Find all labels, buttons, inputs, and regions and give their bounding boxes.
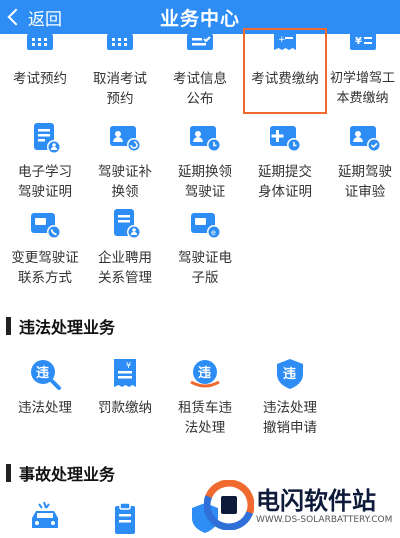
add-clock-icon xyxy=(270,126,301,152)
service-label-line2: 公布 xyxy=(186,91,214,107)
service-label-line1: 变更驾驶证 xyxy=(11,250,79,266)
violation-cancel-icon: 违 xyxy=(277,359,303,389)
service-car-accident[interactable] xyxy=(5,498,85,538)
service-label-line2: 联系方式 xyxy=(18,270,72,286)
service-label-line2: 本费缴纳 xyxy=(336,91,389,106)
service-label-line1: 延期驾驶 xyxy=(338,164,392,180)
service-label-line2: 撤销申请 xyxy=(263,420,317,436)
section-accident-text: 事故处理业务 xyxy=(19,465,116,484)
service-label-line2: 换领 xyxy=(111,184,139,200)
service-label-line1: 延期提交 xyxy=(258,164,312,180)
service-label-line2: 子版 xyxy=(191,270,219,286)
service-label: 罚款缴纳 xyxy=(98,400,152,416)
service-label-line1: 初学增驾工 xyxy=(329,71,395,86)
section-accident-title: 事故处理业务 xyxy=(6,461,115,485)
service-license-reissue[interactable]: 驾驶证补 换领 xyxy=(85,120,165,200)
yuan-receipt-icon: ¥ xyxy=(350,32,376,50)
service-label: 考试预约 xyxy=(13,71,67,87)
license-refresh-icon xyxy=(110,126,141,152)
service-label-line1: 违法处理 xyxy=(263,400,317,416)
form-icon xyxy=(115,502,135,534)
fine-receipt-icon: ¥ xyxy=(114,359,136,387)
page-title: 业务中心 xyxy=(159,8,240,30)
highlight-box xyxy=(243,28,327,114)
svg-text:违: 违 xyxy=(198,365,211,381)
info-card-icon xyxy=(187,34,213,50)
service-label-line2: 法处理 xyxy=(184,420,226,436)
e-license-icon: e xyxy=(191,213,221,239)
license-check-icon xyxy=(350,126,381,152)
service-rental-violation[interactable]: 违 租赁车违 法处理 xyxy=(165,356,245,436)
license-clock-icon xyxy=(190,126,221,152)
service-delay-license-renewal[interactable]: 延期换领 驾驶证 xyxy=(165,120,245,200)
service-label-line1: 取消考试 xyxy=(93,71,147,87)
watermark: 电闪软件站 WWW.DS-SOLARBATTERY.COM xyxy=(204,477,396,535)
service-exam-booking[interactable]: 考试预约 xyxy=(0,34,80,114)
svg-text:e: e xyxy=(211,228,216,237)
service-label-line1: 驾驶证补 xyxy=(98,164,152,180)
svg-text:¥: ¥ xyxy=(126,361,131,370)
service-label-line2: 驾驶证 xyxy=(184,184,226,200)
calendar-cancel-icon xyxy=(107,34,133,50)
section-bar xyxy=(6,464,11,482)
card-phone-icon xyxy=(31,213,61,239)
service-delay-health-proof[interactable]: 延期提交 身体证明 xyxy=(245,120,325,200)
service-label-line2: 身体证明 xyxy=(258,184,312,200)
service-electronic-license[interactable]: e 驾驶证电 子版 xyxy=(165,206,245,286)
service-label-line1: 电子学习 xyxy=(18,164,72,180)
calendar-icon xyxy=(27,34,53,50)
service-label-line1: 延期换领 xyxy=(178,164,232,180)
section-bar xyxy=(6,317,11,335)
service-violation-handling[interactable]: 违 违法处理 xyxy=(5,356,85,436)
service-exam-info[interactable]: 考试信息 公布 xyxy=(160,34,240,114)
service-label-line2: 证审验 xyxy=(344,184,386,200)
service-fine-payment[interactable]: ¥ 罚款缴纳 xyxy=(85,356,165,436)
rental-violation-icon: 违 xyxy=(190,360,220,388)
service-cancel-exam-booking[interactable]: 取消考试 预约 xyxy=(80,34,160,114)
service-learner-fee-payment[interactable]: ¥ 初学增驾工 本费缴纳 xyxy=(325,32,400,114)
svg-text:¥: ¥ xyxy=(355,36,362,47)
service-delay-license-review[interactable]: 延期驾驶 证审验 xyxy=(325,120,400,200)
watermark-logo-icon xyxy=(204,480,254,530)
service-change-license-contact[interactable]: 变更驾驶证 联系方式 xyxy=(5,206,85,286)
service-electronic-learning-proof[interactable]: 电子学习 驾驶证明 xyxy=(5,120,85,200)
service-accident-form[interactable] xyxy=(85,498,165,538)
service-label-line1: 租赁车违 xyxy=(178,400,232,416)
service-violation-cancel[interactable]: 违 违法处理 撤销申请 xyxy=(250,356,330,436)
service-label-line2: 驾驶证明 xyxy=(18,184,72,200)
service-label-line2: 预约 xyxy=(106,91,134,107)
service-label-line1: 考试信息 xyxy=(173,71,227,87)
violation-search-icon: 违 xyxy=(31,360,61,390)
car-accident-icon xyxy=(32,501,58,528)
section-violation-title: 违法处理业务 xyxy=(6,314,115,338)
hire-document-icon xyxy=(114,209,141,239)
document-user-icon xyxy=(34,123,61,154)
service-label-line1: 企业聘用 xyxy=(98,250,152,266)
svg-text:违: 违 xyxy=(283,366,296,382)
service-label-line1: 驾驶证电 xyxy=(178,250,232,266)
service-label-line2: 关系管理 xyxy=(98,270,152,286)
service-label: 违法处理 xyxy=(18,400,72,416)
service-enterprise-employment[interactable]: 企业聘用 关系管理 xyxy=(85,206,165,286)
watermark-name: 电闪软件站 xyxy=(256,487,376,515)
section-violation-text: 违法处理业务 xyxy=(19,318,116,337)
svg-text:违: 违 xyxy=(36,365,49,381)
watermark-url: WWW.DS-SOLARBATTERY.COM xyxy=(256,515,393,525)
